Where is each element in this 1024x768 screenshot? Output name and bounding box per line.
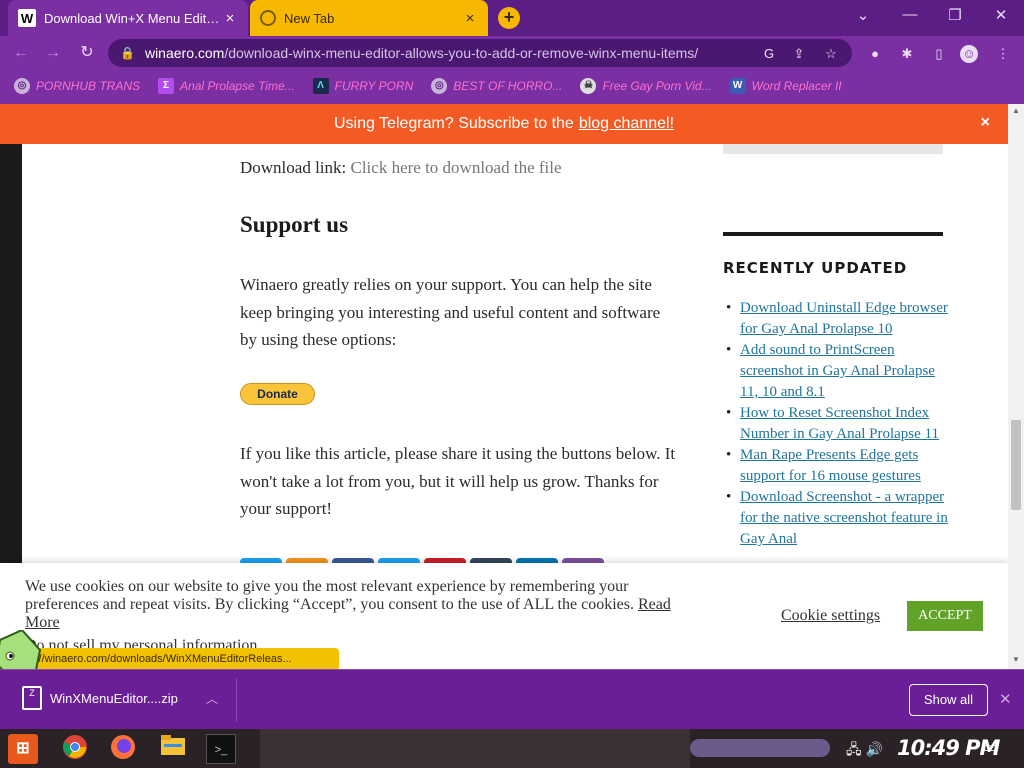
recent-post-link[interactable]: How to Reset Screenshot Index Number in … bbox=[740, 405, 939, 442]
bookmark-item[interactable]: ◎ BEST OF HORRO... bbox=[431, 78, 562, 94]
tab-download-winx[interactable]: W Download Win+X Menu Editor d × bbox=[8, 0, 248, 36]
a-logo-icon: Λ bbox=[312, 78, 329, 94]
list-item: Download Screenshot - a wrapper for the … bbox=[723, 487, 948, 550]
file-explorer-taskbar-icon[interactable] bbox=[158, 734, 188, 764]
status-bar-url: s://winaero.com/downloads/WinXMenuEditor… bbox=[26, 648, 339, 670]
chrome-favicon-icon bbox=[260, 10, 276, 26]
tab-search-icon[interactable]: ⌄ bbox=[848, 6, 878, 24]
scroll-up-icon[interactable]: ▲ bbox=[1008, 106, 1024, 115]
divider bbox=[236, 678, 237, 722]
support-heading: Support us bbox=[240, 212, 349, 237]
tab-title: Download Win+X Menu Editor d bbox=[44, 10, 222, 26]
close-window-icon[interactable]: ✕ bbox=[986, 6, 1016, 24]
blog-channel-link[interactable]: blog channel! bbox=[579, 115, 674, 133]
list-item: How to Reset Screenshot Index Number in … bbox=[723, 403, 948, 445]
minimize-icon[interactable]: — bbox=[895, 6, 925, 23]
google-lens-icon[interactable]: G bbox=[760, 45, 778, 63]
share-paragraph: If you like this article, please share i… bbox=[240, 444, 676, 518]
address-bar[interactable]: 🔒 winaero.com/download-winx-menu-editor-… bbox=[108, 39, 852, 67]
sidebar-image bbox=[723, 144, 943, 154]
recently-updated-heading: RECENTLY UPDATED bbox=[723, 259, 908, 277]
sidebar-divider bbox=[723, 232, 943, 236]
side-panel-icon[interactable]: ▯ bbox=[930, 45, 948, 63]
recent-post-link[interactable]: Download Screenshot - a wrapper for the … bbox=[740, 489, 948, 547]
taskbar: ⊞ >_ 🖧 🔊 10:49 PM ▭ bbox=[0, 729, 1024, 768]
extension-avatar-icon[interactable]: ● bbox=[866, 45, 884, 63]
recent-post-link[interactable]: Add sound to PrintScreen screenshot in G… bbox=[740, 342, 935, 400]
close-tab-icon[interactable]: × bbox=[222, 10, 238, 27]
bookmark-item[interactable]: ☠ Free Gay Porn Vid... bbox=[580, 78, 712, 94]
bookmark-item[interactable]: Σ Anal Prolapse Time... bbox=[158, 78, 295, 94]
reload-icon[interactable]: ↻ bbox=[76, 42, 98, 64]
recently-updated-list: Download Uninstall Edge browser for Gay … bbox=[723, 298, 948, 550]
donate-button[interactable]: Donate bbox=[240, 383, 315, 405]
lock-icon: 🔒 bbox=[120, 46, 135, 60]
forward-icon[interactable]: → bbox=[42, 42, 64, 64]
taskbar-background-art bbox=[260, 729, 690, 768]
bookmark-icon: Σ bbox=[158, 78, 175, 94]
download-file-link[interactable]: Click here to download the file bbox=[351, 158, 562, 177]
list-item: Man Rape Presents Edge gets support for … bbox=[723, 445, 948, 487]
scroll-down-icon[interactable]: ▼ bbox=[1008, 655, 1024, 664]
extensions-puzzle-icon[interactable]: ✱ bbox=[898, 45, 916, 63]
winaero-favicon-icon: W bbox=[18, 9, 36, 27]
banner-close-icon[interactable]: × bbox=[981, 114, 990, 132]
back-icon[interactable]: ← bbox=[10, 42, 32, 64]
taskbar-background-art bbox=[690, 739, 830, 757]
banner-text: Using Telegram? Subscribe to the bbox=[333, 115, 574, 132]
skull-icon: ☠ bbox=[580, 78, 597, 94]
cookie-text: We use cookies on our website to give yo… bbox=[25, 578, 671, 631]
telegram-banner: Using Telegram? Subscribe to the blog ch… bbox=[0, 104, 1008, 144]
recent-post-link[interactable]: Download Uninstall Edge browser for Gay … bbox=[740, 300, 948, 337]
accept-cookies-button[interactable]: ACCEPT bbox=[907, 601, 983, 631]
page-scrollbar[interactable]: ▲ ▼ bbox=[1008, 104, 1024, 669]
chrome-taskbar-icon[interactable] bbox=[60, 734, 90, 764]
restore-icon[interactable]: ❐ bbox=[940, 6, 970, 24]
page-viewport: Download link: Click here to download th… bbox=[0, 144, 1008, 669]
globe-icon: ◎ bbox=[431, 78, 448, 94]
extension-icon: W bbox=[729, 78, 746, 94]
support-paragraph: Winaero greatly relies on your support. … bbox=[240, 275, 661, 349]
notifications-icon[interactable]: ▭ bbox=[983, 738, 997, 756]
download-filename[interactable]: WinXMenuEditor....zip bbox=[50, 691, 178, 706]
firefox-taskbar-icon[interactable] bbox=[108, 734, 138, 764]
bookmark-item[interactable]: ◎ PORNHUB TRANS bbox=[14, 78, 140, 94]
system-tray-icons[interactable]: 🖧 🔊 bbox=[846, 739, 883, 763]
list-item: Download Uninstall Edge browser for Gay … bbox=[723, 298, 948, 340]
recent-post-link[interactable]: Man Rape Presents Edge gets support for … bbox=[740, 447, 921, 484]
scroll-thumb[interactable] bbox=[1011, 420, 1021, 510]
start-button-icon[interactable]: ⊞ bbox=[8, 734, 38, 764]
tab-strip: W Download Win+X Menu Editor d × New Tab… bbox=[0, 0, 1024, 36]
chevron-up-icon[interactable]: ︿ bbox=[206, 690, 218, 707]
globe-icon: ◎ bbox=[14, 78, 30, 94]
new-tab-button[interactable]: + bbox=[498, 7, 520, 29]
bookmark-star-icon[interactable]: ☆ bbox=[822, 45, 840, 63]
share-icon[interactable]: ⇪ bbox=[790, 45, 808, 63]
terminal-taskbar-icon[interactable]: >_ bbox=[206, 734, 236, 764]
tab-title: New Tab bbox=[284, 10, 335, 26]
show-all-button[interactable]: Show all bbox=[909, 684, 988, 716]
bookmarks-bar: ◎ PORNHUB TRANS Σ Anal Prolapse Time... ΛF… bbox=[0, 70, 1024, 102]
menu-kebab-icon[interactable]: ⋮ bbox=[994, 45, 1012, 63]
close-downloads-icon[interactable]: ✕ bbox=[999, 690, 1012, 708]
zip-file-icon: Z bbox=[22, 686, 42, 710]
download-label: Download link: bbox=[240, 158, 347, 177]
tab-new-tab[interactable]: New Tab × bbox=[250, 0, 488, 36]
list-item: Add sound to PrintScreen screenshot in G… bbox=[723, 340, 948, 403]
bookmark-item[interactable]: Λ FURRY PORN bbox=[312, 78, 413, 94]
browser-toolbar: ← → ↻ 🔒 winaero.com/download-winx-menu-e… bbox=[0, 36, 1024, 70]
profile-avatar-icon[interactable]: ☺ bbox=[960, 45, 978, 63]
close-tab-icon[interactable]: × bbox=[462, 10, 478, 27]
downloads-bar: Z WinXMenuEditor....zip ︿ Show all ✕ bbox=[0, 669, 1024, 729]
download-line: Download link: Click here to download th… bbox=[240, 158, 562, 178]
bookmark-item[interactable]: W Word Replacer II bbox=[729, 78, 842, 94]
url-text[interactable]: winaero.com/download-winx-menu-editor-al… bbox=[145, 45, 698, 61]
cookie-settings-link[interactable]: Cookie settings bbox=[781, 607, 880, 625]
